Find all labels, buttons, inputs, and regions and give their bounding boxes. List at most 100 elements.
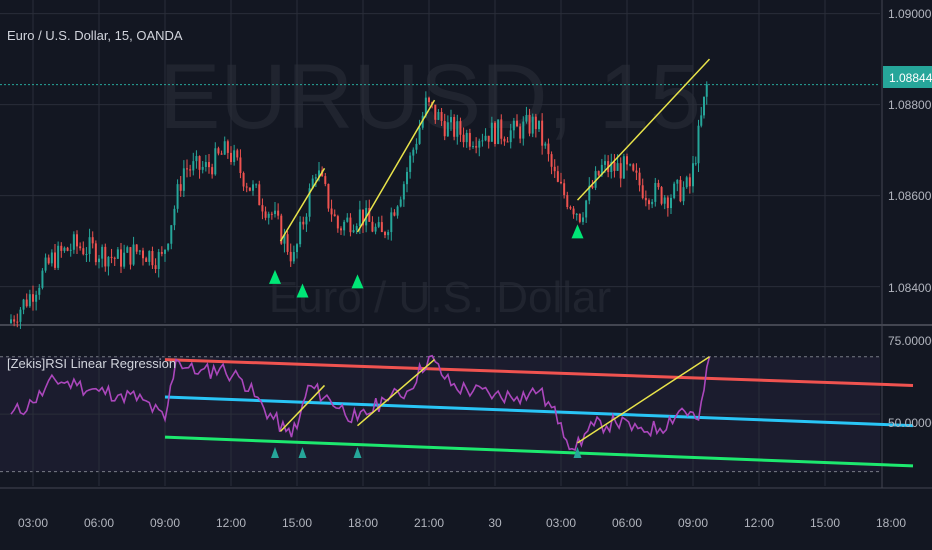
candle-body — [123, 252, 126, 267]
candle-body — [330, 208, 333, 215]
candle-body — [654, 182, 657, 202]
candle-body — [236, 150, 239, 158]
time-tick-label: 06:00 — [612, 516, 642, 530]
candle-body — [274, 210, 276, 215]
candle-body — [660, 187, 663, 204]
candle-body — [104, 246, 107, 267]
candle-body — [142, 250, 144, 259]
candle-body — [120, 249, 122, 267]
candle-body — [522, 121, 525, 139]
time-tick-label: 03:00 — [546, 516, 576, 530]
candle-body — [666, 197, 669, 209]
candle-body — [296, 244, 298, 253]
candle-body — [230, 152, 232, 163]
time-tick-label: 09:00 — [150, 516, 180, 530]
candle-body — [443, 120, 446, 137]
time-tick-label: 06:00 — [84, 516, 114, 530]
candle-body — [19, 309, 22, 322]
watermark-name: Euro / U.S. Dollar — [269, 273, 611, 322]
candle-body — [10, 319, 12, 323]
candle-body — [516, 120, 518, 127]
candle-body — [13, 319, 16, 322]
time-tick-label: 30 — [488, 516, 502, 530]
candle-body — [387, 232, 390, 236]
candle-body — [160, 252, 163, 254]
candle-body — [349, 217, 352, 233]
candle-body — [500, 119, 503, 139]
candle-body — [101, 246, 104, 259]
candle-body — [519, 126, 522, 139]
candle-body — [506, 141, 509, 143]
candle-body — [233, 150, 236, 163]
candle-body — [151, 251, 154, 266]
candle-body — [490, 122, 493, 142]
candle-body — [685, 177, 688, 188]
candle-body — [632, 164, 635, 171]
candle-body — [126, 247, 129, 253]
candle-body — [494, 122, 496, 144]
candle-body — [226, 141, 229, 153]
candle-body — [182, 168, 185, 191]
time-tick-label: 15:00 — [282, 516, 312, 530]
candle-body — [582, 217, 584, 222]
candle-body — [475, 146, 478, 148]
candle-body — [324, 176, 327, 184]
indicator-pane-title: [Zekis]RSI Linear Regression — [7, 356, 176, 371]
chart-canvas: EURUSD, 15 Euro / U.S. Dollar Euro / U.S… — [0, 0, 932, 550]
candle-body — [641, 185, 644, 198]
candle-body — [41, 270, 44, 288]
candle-body — [340, 228, 342, 231]
candle-body — [553, 166, 556, 172]
candle-body — [446, 122, 449, 137]
time-tick-label: 12:00 — [744, 516, 774, 530]
candle-body — [456, 121, 459, 137]
indicator-tick-label: 75.00000 — [888, 334, 932, 348]
candle-body — [208, 162, 210, 168]
candle-body — [57, 245, 60, 268]
candle-body — [418, 127, 421, 144]
candle-body — [550, 154, 553, 167]
candle-body — [176, 184, 179, 209]
candle-body — [465, 132, 468, 143]
candle-body — [179, 184, 182, 191]
candle-body — [374, 226, 377, 232]
candle-body — [358, 209, 361, 227]
candle-body — [377, 222, 380, 227]
candle-body — [327, 183, 330, 209]
candle-body — [569, 207, 572, 209]
candle-body — [575, 213, 578, 215]
candle-body — [472, 146, 474, 148]
candle-body — [145, 258, 148, 262]
candle-body — [292, 252, 295, 262]
candle-body — [415, 143, 418, 150]
time-tick-label: 12:00 — [216, 516, 246, 530]
last-price-label: 1.08844 — [889, 71, 932, 85]
candle-body — [69, 249, 72, 251]
candle-body — [597, 171, 600, 176]
candle-body — [676, 179, 679, 184]
candle-body — [245, 186, 248, 188]
candle-body — [644, 197, 647, 201]
candle-body — [110, 256, 113, 258]
candle-body — [450, 117, 452, 123]
candle-body — [613, 162, 616, 171]
candle-body — [622, 156, 625, 179]
candle-body — [116, 249, 119, 259]
candle-body — [700, 115, 703, 126]
price-tick-label: 1.08800 — [888, 98, 932, 112]
candle-body — [157, 252, 160, 270]
candle-body — [35, 294, 38, 302]
candle-body — [651, 201, 654, 205]
candle-body — [164, 249, 166, 254]
candle-body — [264, 211, 267, 218]
candle-body — [629, 164, 632, 166]
candle-body — [170, 225, 173, 244]
candle-body — [692, 163, 694, 187]
time-tick-label: 21:00 — [414, 516, 444, 530]
candle-body — [705, 84, 708, 97]
candle-body — [66, 247, 69, 251]
candle-body — [239, 157, 242, 173]
candle-body — [198, 156, 201, 170]
main-pane-title: Euro / U.S. Dollar, 15, OANDA — [7, 28, 183, 43]
candle-body — [305, 216, 308, 225]
